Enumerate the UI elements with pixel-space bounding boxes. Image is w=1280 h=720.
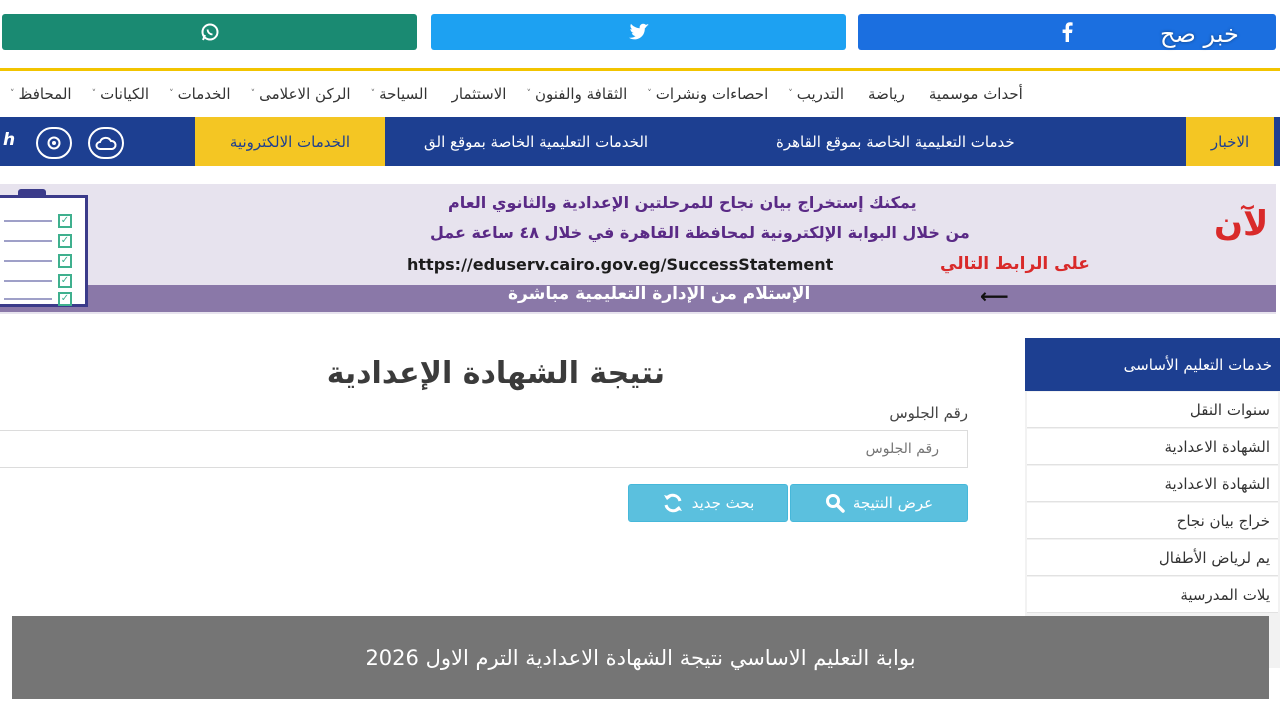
- nav-label: رياضة: [868, 85, 905, 103]
- sidebar-item-school-transfers[interactable]: يلات المدرسية: [1027, 577, 1278, 613]
- banner-text-line-2: من خلال البوابة الإلكترونية لمحافظة القا…: [430, 223, 970, 242]
- main-nav: المحافظ ˅ الكيانات ˅ الخدمات ˅ الركن الاعلا…: [0, 72, 1280, 116]
- banner-now-text: لآن: [1214, 204, 1269, 244]
- sidebar-item-kindergarten[interactable]: يم لرياض الأطفال: [1027, 540, 1278, 576]
- nav-label: احصاءات ونشرات: [655, 85, 769, 103]
- sidebar-item-transfer-years[interactable]: سنوات النقل: [1027, 392, 1278, 428]
- nav-item-investment[interactable]: الاستثمار: [438, 85, 517, 103]
- sidebar-item-prep-certificate-1[interactable]: الشهادة الاعدادية: [1027, 429, 1278, 465]
- nav-label: المحافظ: [18, 85, 72, 103]
- checklist-row: ✓: [4, 254, 80, 268]
- chevron-down-icon: ˅: [370, 89, 376, 99]
- checklist-row: ✓: [4, 234, 80, 248]
- caption-overlay: بوابة التعليم الاساسي نتيجة الشهادة الاع…: [12, 616, 1269, 699]
- nav-item-tourism[interactable]: السياحة ˅: [361, 85, 438, 103]
- caption-text: بوابة التعليم الاساسي نتيجة الشهادة الاع…: [365, 645, 916, 670]
- nav-label: السياحة: [379, 85, 428, 103]
- refresh-icon: [663, 493, 682, 513]
- checklist-row: ✓: [4, 292, 80, 306]
- banner-text-line-1: يمكنك إستخراج بيان نجاح للمرحلتين الإعدا…: [448, 193, 917, 212]
- nav-label: الخدمات: [177, 85, 231, 103]
- nav-item-statistics[interactable]: احصاءات ونشرات ˅: [637, 85, 778, 103]
- nav-item-training[interactable]: التدريب ˅: [778, 85, 854, 103]
- facebook-icon: [1062, 22, 1073, 42]
- nav-item-governor[interactable]: المحافظ ˅: [0, 85, 82, 103]
- show-result-button[interactable]: عرض النتيجة: [790, 484, 968, 522]
- nav-label: الركن الاعلامى: [259, 85, 351, 103]
- chevron-down-icon: ˅: [91, 89, 97, 99]
- cloud-icon-button[interactable]: [88, 127, 124, 159]
- sidebar-item-prep-certificate-2[interactable]: الشهادة الاعدادية: [1027, 466, 1278, 502]
- nav-item-culture[interactable]: الثقافة والفنون ˅: [516, 85, 637, 103]
- new-search-button[interactable]: بحث جديد: [628, 484, 788, 522]
- sidebar-heading: خدمات التعليم الأساسى: [1025, 338, 1280, 391]
- header-top-rule: [0, 68, 1280, 71]
- chevron-down-icon: ˅: [250, 89, 256, 99]
- chevron-down-icon: ˅: [526, 89, 531, 99]
- instagram-icon-button[interactable]: [36, 127, 72, 159]
- nav-item-media[interactable]: الركن الاعلامى ˅: [241, 85, 361, 103]
- twitter-icon: [628, 23, 649, 40]
- cloud-icon: [95, 136, 117, 150]
- twitter-share-button[interactable]: [431, 14, 846, 50]
- nav-label: التدريب: [796, 85, 845, 103]
- nav-label: الثقافة والفنون: [534, 85, 628, 103]
- nav-item-sports[interactable]: رياضة: [854, 85, 915, 103]
- bar-h-text: h: [3, 130, 16, 150]
- news-label[interactable]: الاخبار: [1186, 117, 1274, 166]
- nav-item-seasonal[interactable]: أحداث موسمية: [915, 85, 1033, 103]
- chevron-down-icon: ˅: [10, 89, 15, 99]
- search-icon: [825, 494, 845, 513]
- seat-number-label: رقم الجلوس: [889, 404, 968, 422]
- chevron-down-icon: ˅: [788, 89, 793, 99]
- nav-item-services[interactable]: الخدمات ˅: [159, 85, 241, 103]
- sidebar-item-success-statement[interactable]: خراج بيان نجاح: [1027, 503, 1278, 539]
- page-title: نتيجة الشهادة الإعدادية: [326, 356, 665, 391]
- show-result-label: عرض النتيجة: [852, 494, 934, 512]
- ticker-link-cairo-services[interactable]: خدمات التعليمية الخاصة بموقع القاهرة: [776, 117, 1015, 166]
- nav-label: أحداث موسمية: [928, 85, 1023, 103]
- banner-bottom-text: الإستلام من الإدارة التعليمية مباشرة: [508, 284, 811, 304]
- new-search-label: بحث جديد: [691, 494, 755, 512]
- clipboard-icon: ✓ ✓ ✓ ✓ ✓: [0, 195, 88, 307]
- nav-label: الاستثمار: [451, 85, 507, 103]
- brand-watermark: خبر صح: [1160, 20, 1239, 48]
- checklist-row: ✓: [4, 214, 80, 228]
- nav-label: الكيانات: [100, 85, 150, 103]
- banner-url[interactable]: https://eduserv.cairo.gov.eg/SuccessStat…: [407, 255, 833, 274]
- checklist-row: ✓: [4, 274, 80, 288]
- banner-link-label: على الرابط التالي: [940, 254, 1090, 274]
- whatsapp-share-button[interactable]: [2, 14, 417, 50]
- nav-item-entities[interactable]: الكيانات ˅: [82, 85, 159, 103]
- chevron-down-icon: ˅: [647, 89, 652, 99]
- instagram-icon: [47, 136, 61, 150]
- eservices-link[interactable]: الخدمات الالكترونية: [195, 117, 385, 166]
- ticker-link-educational-services[interactable]: الخدمات التعليمية الخاصة بموقع الق: [424, 117, 648, 166]
- whatsapp-icon: [201, 23, 218, 41]
- seat-number-input[interactable]: [0, 430, 968, 468]
- chevron-down-icon: ˅: [169, 89, 174, 99]
- arrow-left-icon: ⟵: [980, 284, 1009, 308]
